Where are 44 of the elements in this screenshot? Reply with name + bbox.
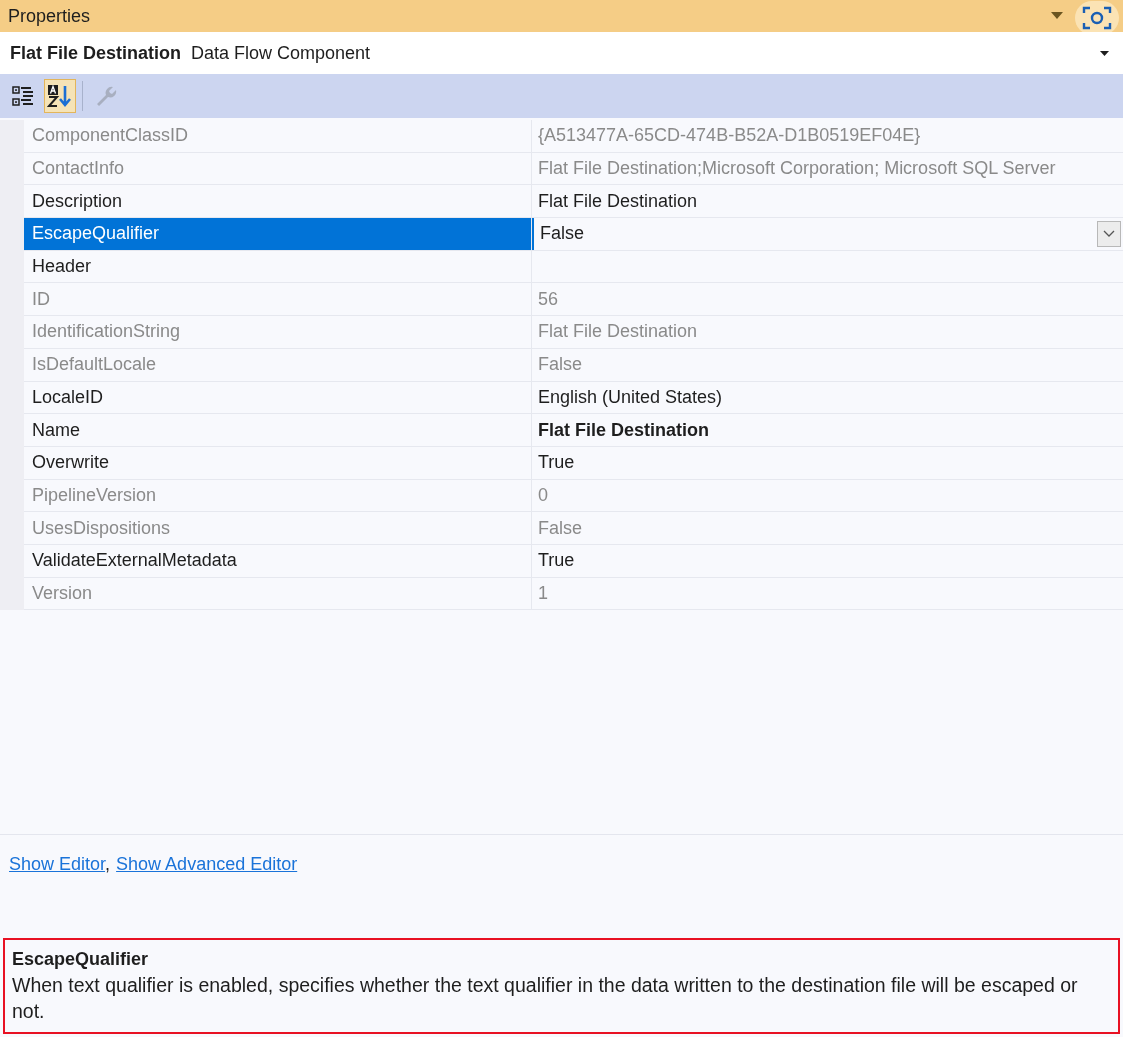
property-value: True <box>538 549 575 573</box>
description-text: When text qualifier is enabled, specifies whether the text qualifier in the data written to the destination file will be escaped or not. <box>12 973 1079 1024</box>
property-value: 1 <box>538 581 548 605</box>
property-value: {A513477A-65CD-474B-B52A-D1B0519EF04E} <box>538 124 921 148</box>
dropdown-icon[interactable] <box>1100 50 1109 56</box>
property-value: True <box>538 451 575 475</box>
property-value: False <box>538 353 582 377</box>
property-value: 56 <box>538 287 559 311</box>
window-title: Properties <box>8 4 91 28</box>
property-value: Flat File Destination <box>538 320 698 344</box>
property-name[interactable]: IdentificationString <box>24 316 532 348</box>
property-name[interactable]: ID <box>24 283 532 316</box>
sort-az-icon <box>47 84 73 108</box>
property-name[interactable]: Description <box>24 185 532 218</box>
command-link[interactable]: Show Advanced Editor <box>116 854 298 874</box>
sort-az-button[interactable] <box>44 79 76 113</box>
property-value: Flat File Destination <box>538 189 698 213</box>
separator-comma: , <box>105 854 111 874</box>
property-name[interactable]: LocaleID <box>24 381 532 414</box>
object-name: Flat File Destination <box>10 41 182 65</box>
property-name[interactable]: Version <box>24 577 532 610</box>
property-name[interactable]: ComponentClassID <box>24 120 532 152</box>
chevron-down-icon <box>1103 230 1115 238</box>
property-value: 0 <box>538 483 548 507</box>
property-name[interactable]: PipelineVersion <box>24 479 532 512</box>
categorized-icon <box>12 85 36 107</box>
property-name[interactable]: ValidateExternalMetadata <box>24 544 532 577</box>
object-selector[interactable]: Flat File Destination Data Flow Component <box>0 32 1123 74</box>
property-value: Flat File Destination;Microsoft Corporation; Microsoft SQL Server <box>538 157 1056 181</box>
property-name[interactable]: UsesDispositions <box>24 512 532 544</box>
property-value: False <box>540 222 584 246</box>
object-type: Data Flow Component <box>191 41 371 65</box>
property-value: English (United States) <box>538 385 723 409</box>
description-title: EscapeQualifier <box>12 948 150 971</box>
capture-icon[interactable] <box>1075 1 1119 35</box>
property-value: False <box>538 516 582 540</box>
property-name[interactable]: EscapeQualifier <box>24 218 532 250</box>
property-name[interactable]: Header <box>24 250 532 283</box>
property-name[interactable]: Overwrite <box>24 446 532 479</box>
property-value: Flat File Destination <box>538 418 710 442</box>
property-name[interactable]: IsDefaultLocale <box>24 348 532 381</box>
property-name[interactable]: ContactInfo <box>24 152 532 185</box>
command-link[interactable]: Show Editor <box>9 854 106 874</box>
property-name[interactable]: Name <box>24 414 532 446</box>
